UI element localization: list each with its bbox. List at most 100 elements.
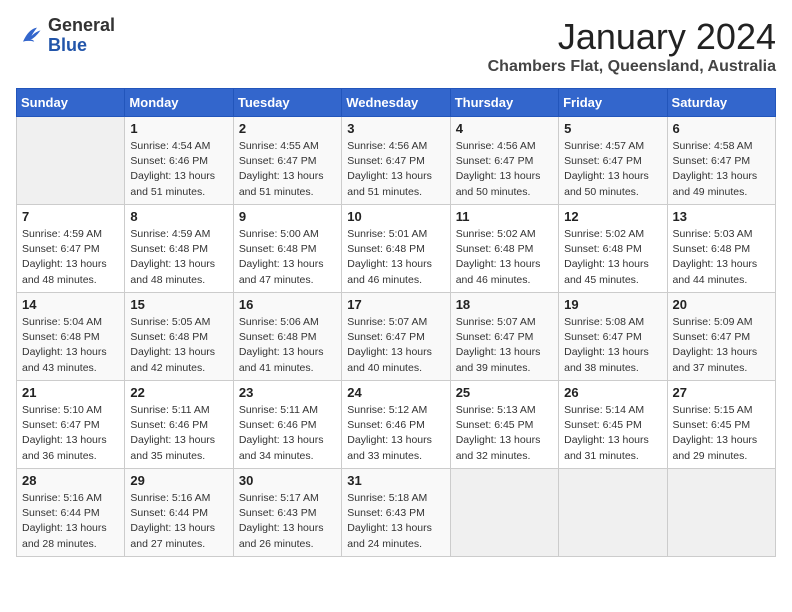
day-info: Sunrise: 5:02 AMSunset: 6:48 PMDaylight:… xyxy=(456,227,553,288)
day-number: 1 xyxy=(130,121,227,136)
calendar-cell xyxy=(667,469,775,557)
location-subtitle: Chambers Flat, Queensland, Australia xyxy=(488,58,776,76)
calendar-cell: 27 Sunrise: 5:15 AMSunset: 6:45 PMDayligh… xyxy=(667,381,775,469)
day-number: 22 xyxy=(130,385,227,400)
day-info: Sunrise: 5:11 AMSunset: 6:46 PMDaylight:… xyxy=(239,403,336,464)
day-info: Sunrise: 4:56 AMSunset: 6:47 PMDaylight:… xyxy=(347,139,444,200)
weekday-header-thursday: Thursday xyxy=(450,89,558,117)
calendar-cell: 30 Sunrise: 5:17 AMSunset: 6:43 PMDayligh… xyxy=(233,469,341,557)
day-number: 11 xyxy=(456,209,553,224)
calendar-week-row: 1 Sunrise: 4:54 AMSunset: 6:46 PMDaylight… xyxy=(17,117,776,205)
calendar-cell: 21 Sunrise: 5:10 AMSunset: 6:47 PMDayligh… xyxy=(17,381,125,469)
weekday-header-monday: Monday xyxy=(125,89,233,117)
calendar-cell: 13 Sunrise: 5:03 AMSunset: 6:48 PMDayligh… xyxy=(667,205,775,293)
weekday-header-tuesday: Tuesday xyxy=(233,89,341,117)
day-info: Sunrise: 5:17 AMSunset: 6:43 PMDaylight:… xyxy=(239,491,336,552)
calendar-cell xyxy=(559,469,667,557)
day-info: Sunrise: 4:58 AMSunset: 6:47 PMDaylight:… xyxy=(673,139,770,200)
day-info: Sunrise: 5:07 AMSunset: 6:47 PMDaylight:… xyxy=(347,315,444,376)
calendar-week-row: 21 Sunrise: 5:10 AMSunset: 6:47 PMDayligh… xyxy=(17,381,776,469)
calendar-table: SundayMondayTuesdayWednesdayThursdayFrid… xyxy=(16,88,776,557)
calendar-cell: 14Sunrise: 5:04 AMSunset: 6:48 PMDayligh… xyxy=(17,293,125,381)
calendar-cell: 16 Sunrise: 5:06 AMSunset: 6:48 PMDayligh… xyxy=(233,293,341,381)
day-number: 25 xyxy=(456,385,553,400)
calendar-cell: 7 Sunrise: 4:59 AMSunset: 6:47 PMDaylight… xyxy=(17,205,125,293)
calendar-cell: 2Sunrise: 4:55 AMSunset: 6:47 PMDaylight… xyxy=(233,117,341,205)
day-number: 2 xyxy=(239,121,336,136)
day-number: 17 xyxy=(347,297,444,312)
day-number: 21 xyxy=(22,385,119,400)
logo: General Blue xyxy=(16,16,115,56)
calendar-cell: 19 Sunrise: 5:08 AMSunset: 6:47 PMDayligh… xyxy=(559,293,667,381)
calendar-week-row: 7 Sunrise: 4:59 AMSunset: 6:47 PMDaylight… xyxy=(17,205,776,293)
calendar-cell: 15 Sunrise: 5:05 AMSunset: 6:48 PMDayligh… xyxy=(125,293,233,381)
calendar-cell: 10 Sunrise: 5:01 AMSunset: 6:48 PMDayligh… xyxy=(342,205,450,293)
calendar-week-row: 14Sunrise: 5:04 AMSunset: 6:48 PMDayligh… xyxy=(17,293,776,381)
day-info: Sunrise: 5:01 AMSunset: 6:48 PMDaylight:… xyxy=(347,227,444,288)
day-number: 20 xyxy=(673,297,770,312)
day-number: 24 xyxy=(347,385,444,400)
day-info: Sunrise: 5:18 AMSunset: 6:43 PMDaylight:… xyxy=(347,491,444,552)
calendar-cell: 12 Sunrise: 5:02 AMSunset: 6:48 PMDayligh… xyxy=(559,205,667,293)
day-info: Sunrise: 5:10 AMSunset: 6:47 PMDaylight:… xyxy=(22,403,119,464)
day-number: 16 xyxy=(239,297,336,312)
day-number: 29 xyxy=(130,473,227,488)
day-number: 4 xyxy=(456,121,553,136)
day-number: 3 xyxy=(347,121,444,136)
day-info: Sunrise: 5:11 AMSunset: 6:46 PMDaylight:… xyxy=(130,403,227,464)
calendar-cell: 26 Sunrise: 5:14 AMSunset: 6:45 PMDayligh… xyxy=(559,381,667,469)
calendar-cell: 22 Sunrise: 5:11 AMSunset: 6:46 PMDayligh… xyxy=(125,381,233,469)
day-info: Sunrise: 4:56 AMSunset: 6:47 PMDaylight:… xyxy=(456,139,553,200)
day-info: Sunrise: 5:00 AMSunset: 6:48 PMDaylight:… xyxy=(239,227,336,288)
day-info: Sunrise: 5:09 AMSunset: 6:47 PMDaylight:… xyxy=(673,315,770,376)
calendar-cell xyxy=(17,117,125,205)
day-info: Sunrise: 5:03 AMSunset: 6:48 PMDaylight:… xyxy=(673,227,770,288)
day-info: Sunrise: 5:06 AMSunset: 6:48 PMDaylight:… xyxy=(239,315,336,376)
calendar-cell xyxy=(450,469,558,557)
day-number: 14 xyxy=(22,297,119,312)
day-info: Sunrise: 4:59 AMSunset: 6:47 PMDaylight:… xyxy=(22,227,119,288)
day-info: Sunrise: 4:59 AMSunset: 6:48 PMDaylight:… xyxy=(130,227,227,288)
logo-icon xyxy=(16,22,44,50)
day-number: 15 xyxy=(130,297,227,312)
calendar-cell: 29Sunrise: 5:16 AMSunset: 6:44 PMDayligh… xyxy=(125,469,233,557)
day-number: 10 xyxy=(347,209,444,224)
day-number: 5 xyxy=(564,121,661,136)
calendar-cell: 31Sunrise: 5:18 AMSunset: 6:43 PMDayligh… xyxy=(342,469,450,557)
weekday-header-wednesday: Wednesday xyxy=(342,89,450,117)
calendar-cell: 8 Sunrise: 4:59 AMSunset: 6:48 PMDaylight… xyxy=(125,205,233,293)
weekday-header-saturday: Saturday xyxy=(667,89,775,117)
day-number: 23 xyxy=(239,385,336,400)
logo-text: General Blue xyxy=(48,16,115,56)
calendar-cell: 23 Sunrise: 5:11 AMSunset: 6:46 PMDayligh… xyxy=(233,381,341,469)
weekday-header-sunday: Sunday xyxy=(17,89,125,117)
day-number: 30 xyxy=(239,473,336,488)
calendar-cell: 5Sunrise: 4:57 AMSunset: 6:47 PMDaylight… xyxy=(559,117,667,205)
calendar-cell: 24 Sunrise: 5:12 AMSunset: 6:46 PMDayligh… xyxy=(342,381,450,469)
day-number: 13 xyxy=(673,209,770,224)
calendar-week-row: 28Sunrise: 5:16 AMSunset: 6:44 PMDayligh… xyxy=(17,469,776,557)
day-number: 26 xyxy=(564,385,661,400)
weekday-header-friday: Friday xyxy=(559,89,667,117)
calendar-cell: 11 Sunrise: 5:02 AMSunset: 6:48 PMDayligh… xyxy=(450,205,558,293)
calendar-cell: 25Sunrise: 5:13 AMSunset: 6:45 PMDayligh… xyxy=(450,381,558,469)
title-block: January 2024 Chambers Flat, Queensland, … xyxy=(488,16,776,76)
day-number: 27 xyxy=(673,385,770,400)
day-number: 19 xyxy=(564,297,661,312)
calendar-cell: 17 Sunrise: 5:07 AMSunset: 6:47 PMDayligh… xyxy=(342,293,450,381)
day-number: 18 xyxy=(456,297,553,312)
day-number: 28 xyxy=(22,473,119,488)
calendar-cell: 4 Sunrise: 4:56 AMSunset: 6:47 PMDaylight… xyxy=(450,117,558,205)
day-info: Sunrise: 4:54 AMSunset: 6:46 PMDaylight:… xyxy=(130,139,227,200)
day-number: 6 xyxy=(673,121,770,136)
day-number: 7 xyxy=(22,209,119,224)
day-info: Sunrise: 5:15 AMSunset: 6:45 PMDaylight:… xyxy=(673,403,770,464)
day-info: Sunrise: 5:05 AMSunset: 6:48 PMDaylight:… xyxy=(130,315,227,376)
day-info: Sunrise: 5:14 AMSunset: 6:45 PMDaylight:… xyxy=(564,403,661,464)
day-info: Sunrise: 5:08 AMSunset: 6:47 PMDaylight:… xyxy=(564,315,661,376)
day-info: Sunrise: 5:02 AMSunset: 6:48 PMDaylight:… xyxy=(564,227,661,288)
day-number: 8 xyxy=(130,209,227,224)
day-info: Sunrise: 5:12 AMSunset: 6:46 PMDaylight:… xyxy=(347,403,444,464)
day-number: 12 xyxy=(564,209,661,224)
calendar-cell: 18Sunrise: 5:07 AMSunset: 6:47 PMDayligh… xyxy=(450,293,558,381)
